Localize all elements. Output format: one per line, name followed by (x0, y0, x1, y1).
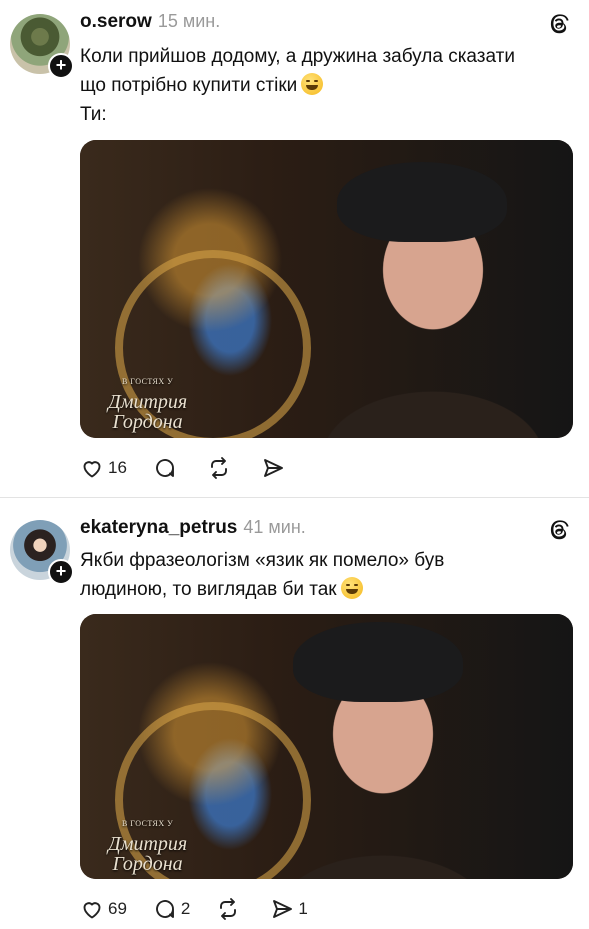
post: + o.serow 15 мин. Коли прийшов додому, а… (0, 0, 589, 498)
post-image[interactable]: В ГОСТЯХ У Дмитрия Гордона (80, 140, 573, 438)
post-text-line: Коли прийшов додому, а дружина забула ск… (80, 46, 515, 67)
post-image[interactable]: В ГОСТЯХ У Дмитрия Гордона (80, 614, 573, 879)
post: + ekateryna_petrus 41 мин. Якби фразеоло… (0, 498, 589, 929)
repost-icon (220, 898, 237, 920)
post-header: ekateryna_petrus 41 мин. (80, 517, 306, 539)
post-actions: 69 2 1 (80, 897, 334, 921)
post-text-line: що потрібно купити стіки (80, 71, 570, 100)
comment-icon (155, 459, 174, 477)
post-text: Якби фразеологізм «язик як помело» був л… (80, 546, 570, 604)
like-button[interactable]: 69 (80, 897, 127, 921)
username[interactable]: o.serow (80, 11, 152, 33)
comment-button[interactable] (153, 456, 181, 480)
heart-icon (83, 461, 101, 478)
post-text-line: Ти: (80, 104, 107, 125)
share-count: 1 (298, 899, 308, 918)
heart-icon (83, 902, 101, 919)
share-button[interactable] (261, 456, 289, 480)
post-text-line: людиною, то виглядав би так (80, 575, 570, 604)
post-text: Коли прийшов додому, а дружина забула ск… (80, 42, 570, 129)
repost-button[interactable] (216, 897, 244, 921)
watermark-logo: В ГОСТЯХ У Дмитрия Гордона (108, 377, 188, 433)
threads-logo-icon[interactable] (547, 518, 571, 542)
post-text-line: Якби фразеологізм «язик як помело» був (80, 550, 445, 571)
watermark-logo: В ГОСТЯХ У Дмитрия Гордона (108, 819, 188, 875)
like-count: 69 (108, 899, 127, 918)
timestamp: 15 мин. (157, 11, 221, 31)
share-button[interactable]: 1 (270, 897, 308, 921)
grinning-emoji-icon (301, 73, 324, 95)
repost-icon (210, 457, 227, 479)
follow-plus-icon[interactable]: + (48, 559, 74, 585)
comment-count: 2 (180, 899, 191, 918)
post-actions: 16 (80, 456, 315, 480)
timestamp: 41 мин. (243, 517, 306, 537)
comment-button[interactable]: 2 (153, 897, 190, 921)
share-icon (263, 459, 283, 477)
like-count: 16 (108, 458, 127, 477)
share-icon (273, 900, 293, 918)
laughing-emoji-icon (340, 577, 363, 599)
username[interactable]: ekateryna_petrus (80, 517, 237, 539)
repost-button[interactable] (207, 456, 235, 480)
threads-logo-icon[interactable] (547, 12, 571, 36)
follow-plus-icon[interactable]: + (48, 53, 74, 79)
comment-icon (155, 900, 174, 918)
post-header: o.serow 15 мин. (80, 11, 220, 33)
like-button[interactable]: 16 (80, 456, 127, 480)
